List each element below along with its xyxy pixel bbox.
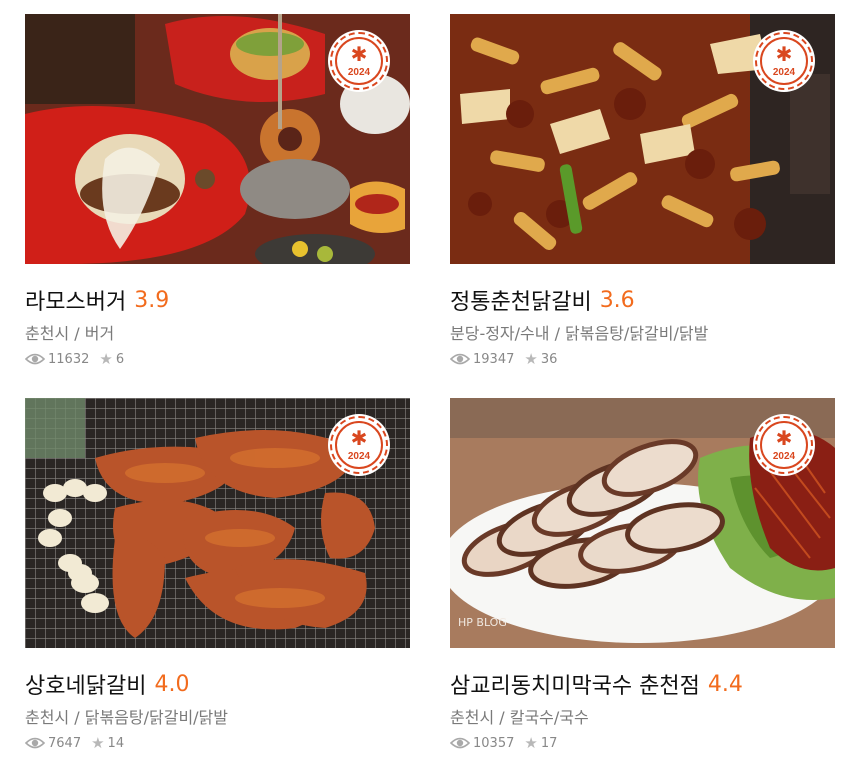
- restaurant-name[interactable]: 라모스버거: [25, 290, 126, 315]
- restaurant-card[interactable]: ✱ 2024 정통춘천닭갈비 3.6 분당-정자/수내 / 닭볶음탕/닭갈비/닭발…: [450, 14, 835, 368]
- award-badge: ✱ 2024: [330, 32, 388, 90]
- restaurant-name[interactable]: 삼교리동치미막국수 춘천점: [450, 674, 700, 699]
- view-count: 19347: [473, 351, 515, 367]
- restaurant-stats: 19347 ★ 36: [450, 350, 835, 368]
- favorite-count: 14: [107, 735, 125, 751]
- eye-icon: [450, 353, 470, 365]
- restaurant-location-category: 춘천시 / 칼국수/국수: [450, 708, 589, 727]
- view-count: 11632: [48, 351, 90, 367]
- restaurant-card[interactable]: ✱ 2024 라모스버거 3.9 춘천시 / 버거 11632 ★ 6: [25, 14, 410, 368]
- restaurant-rating: 3.9: [134, 287, 170, 313]
- photo-watermark: HP BLOG: [458, 616, 507, 629]
- award-icon: ✱: [350, 426, 368, 450]
- restaurant-card[interactable]: HP BLOG ✱ 2024 삼교리동치미막국수 춘천점 4.4 춘천시 / 칼국…: [450, 398, 835, 752]
- restaurant-card[interactable]: ✱ 2024 상호네닭갈비 4.0 춘천시 / 닭볶음탕/닭갈비/닭발 7647 …: [25, 398, 410, 752]
- award-badge: ✱ 2024: [330, 416, 388, 474]
- restaurant-photo-link[interactable]: ✱ 2024: [25, 398, 410, 648]
- restaurant-location-category: 분당-정자/수내 / 닭볶음탕/닭갈비/닭발: [450, 324, 709, 343]
- restaurant-photo-link[interactable]: ✱ 2024: [450, 14, 835, 264]
- restaurant-stats: 7647 ★ 14: [25, 734, 410, 752]
- award-badge: ✱ 2024: [755, 416, 813, 474]
- star-icon: ★: [99, 350, 113, 368]
- eye-icon: [25, 353, 45, 365]
- eye-icon: [450, 737, 470, 749]
- restaurant-name[interactable]: 상호네닭갈비: [25, 674, 146, 699]
- award-icon: ✱: [350, 42, 368, 66]
- restaurant-photo-link[interactable]: HP BLOG ✱ 2024: [450, 398, 835, 648]
- restaurant-stats: 10357 ★ 17: [450, 734, 835, 752]
- eye-icon: [25, 737, 45, 749]
- star-icon: ★: [524, 350, 538, 368]
- award-icon: ✱: [775, 42, 793, 66]
- view-count: 7647: [48, 735, 82, 751]
- star-icon: ★: [91, 734, 105, 752]
- restaurant-rating: 4.0: [154, 671, 190, 697]
- favorite-count: 36: [540, 351, 558, 367]
- restaurant-name[interactable]: 정통춘천닭갈비: [450, 290, 592, 315]
- star-icon: ★: [524, 734, 538, 752]
- restaurant-rating: 4.4: [707, 671, 743, 697]
- restaurant-location-category: 춘천시 / 닭볶음탕/닭갈비/닭발: [25, 708, 228, 727]
- favorite-count: 6: [115, 351, 125, 367]
- award-badge: ✱ 2024: [755, 32, 813, 90]
- restaurant-rating: 3.6: [599, 287, 635, 313]
- restaurant-photo-link[interactable]: ✱ 2024: [25, 14, 410, 264]
- restaurant-location-category: 춘천시 / 버거: [25, 324, 115, 343]
- view-count: 10357: [473, 735, 515, 751]
- favorite-count: 17: [540, 735, 558, 751]
- restaurant-stats: 11632 ★ 6: [25, 350, 410, 368]
- award-icon: ✱: [775, 426, 793, 450]
